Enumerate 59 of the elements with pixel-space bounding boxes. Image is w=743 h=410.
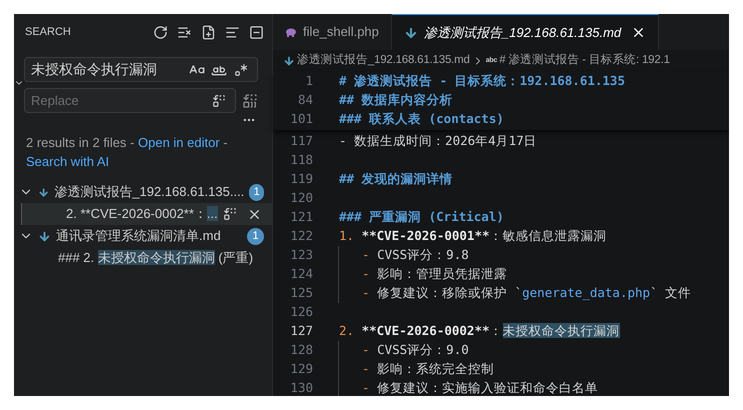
code-text: ## 发现的漏洞详情 [339,170,453,188]
code-text: - CVSS评分：9.0 [362,341,469,360]
line-number: 119 [289,170,314,188]
search-field[interactable]: 未授权命令执行漏洞 [24,57,258,82]
line-number: 127 [289,322,314,340]
code-text: ## 数据库内容分析 [339,91,453,110]
code-text: - 数据生成时间：2026年4月17日 [339,132,537,150]
collapse-all-icon[interactable] [249,24,264,40]
editor-tab[interactable]: 渗透测试报告_192.168.61.135.md [392,14,660,50]
line-number: 121 [289,208,314,226]
line-number: 125 [289,284,314,302]
file-name: 渗透测试报告_192.168.61.135.... [54,183,244,202]
result-file-row[interactable]: 通讯录管理系统漏洞清单.md 1 [14,225,272,247]
code-text: - 修复建议：实施输入验证和命令白名单 [362,379,598,396]
line-number: 117 [289,132,314,150]
code-text: ### 联系人表 (contacts) [339,110,504,128]
file-name: 通讯录管理系统漏洞清单.md [56,227,221,246]
arrow-down-icon [38,230,51,242]
replace-all-icon[interactable] [242,92,258,108]
code-text: - 影响：管理员凭据泄露 [362,265,508,284]
line-number: 124 [289,265,314,284]
line-number: 118 [289,151,314,170]
breadcrumb-symbol[interactable]: # 渗透测试报告 - 目标系统: 192.1 [499,52,670,70]
count-badge: 1 [247,228,264,244]
line-number: 128 [289,341,314,360]
code-text: - CVSS评分：9.8 [362,246,469,264]
match-text: 2. **CVE-2026-0002**：... [66,205,218,224]
code-text: - 影响：系统完全控制 [362,360,494,378]
code-text: 1. **CVE-2026-0001**：敏感信息泄露漏洞 [339,227,607,246]
code-text: ### 严重漏洞 (Critical) [339,208,504,226]
line-number: 126 [289,303,314,322]
code-text: # 渗透测试报告 - 目标系统：192.168.61.135 [339,72,625,90]
line-number: 122 [289,227,314,246]
result-match-row[interactable]: ### 2. 未授权命令执行漏洞 (严重) [14,247,272,269]
list-view-icon[interactable] [225,24,240,40]
arrow-down-icon [283,55,295,67]
result-match-row[interactable]: 2. **CVE-2026-0002**：... [21,203,272,225]
line-number: 130 [289,379,314,396]
line-number: 120 [289,189,314,208]
match-text: ### 2. 未授权命令执行漏洞 (严重) [58,249,254,268]
code-text: 2. **CVE-2026-0002**：未授权命令执行漏洞 [339,322,620,340]
search-with-ai-link[interactable]: Search with AI [26,154,110,169]
line-number: 129 [289,360,314,378]
new-file-icon[interactable] [201,24,216,40]
clear-results-icon[interactable] [177,24,192,40]
line-number: 101 [289,110,314,128]
count-badge: 1 [249,184,264,200]
open-in-editor-link[interactable]: Open in editor [138,135,220,150]
line-number: 1 [304,72,314,90]
line-number: 123 [289,246,314,264]
replace-icon[interactable] [223,207,237,221]
results-message: 2 results in 2 files - Open in editor - Search with AI [25,134,229,171]
line-number: 84 [296,91,314,110]
panel-title: SEARCH [25,24,71,40]
code-text: - 修复建议：移除或保护 `generate_data.php` 文件 [362,284,692,302]
arrow-down-icon [38,186,50,198]
breadcrumb-file[interactable]: 渗透测试报告_192.168.61.135.md [297,52,470,70]
result-file-row[interactable]: 渗透测试报告_192.168.61.135.... 1 [14,181,272,203]
refresh-icon[interactable] [153,24,168,40]
